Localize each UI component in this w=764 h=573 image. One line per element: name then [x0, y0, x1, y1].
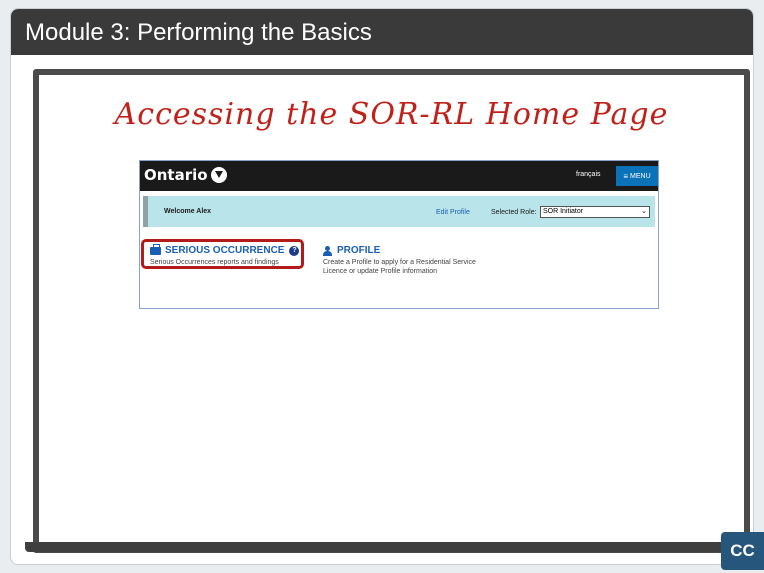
highlight-box [141, 239, 304, 269]
bottom-bar [25, 542, 745, 552]
slide-content: Accessing the SOR-RL Home Page Ontario f… [33, 69, 750, 553]
role-label: Selected Role: [491, 209, 537, 216]
hamburger-icon: ≡ [623, 171, 629, 181]
slide-heading: Accessing the SOR-RL Home Page [114, 97, 669, 132]
tile-title-text: PROFILE [337, 245, 381, 256]
menu-button[interactable]: ≡ MENU [616, 166, 658, 186]
role-select[interactable]: SOR Initiator ⌄ [540, 206, 650, 218]
module-title: Module 3: Performing the Basics [25, 19, 372, 46]
tile-profile[interactable]: PROFILE Create a Profile to apply for a … [323, 245, 483, 276]
role-select-value: SOR Initiator [543, 208, 584, 215]
ontario-logo-text: Ontario [144, 166, 208, 184]
chevron-down-icon: ⌄ [641, 208, 647, 215]
ontario-logo[interactable]: Ontario [144, 166, 227, 184]
slide-frame: Module 3: Performing the Basics Accessin… [10, 8, 754, 565]
language-link[interactable]: français [576, 171, 601, 178]
module-title-bar: Module 3: Performing the Basics [11, 9, 753, 55]
edit-profile-link[interactable]: Edit Profile [436, 209, 470, 216]
trillium-icon [210, 167, 227, 183]
welcome-text: Welcome Alex [164, 208, 212, 215]
tile-title-profile: PROFILE [323, 245, 483, 256]
closed-captions-button[interactable]: CC [721, 532, 764, 570]
portal-screenshot: Ontario français ≡ MENU Welcome Alex Edit… [139, 160, 659, 309]
welcome-band: Welcome Alex Edit Profile Selected Role:… [143, 196, 655, 227]
portal-header: Ontario français ≡ MENU [140, 161, 658, 191]
tile-description: Create a Profile to apply for a Resident… [323, 259, 476, 275]
user-icon [323, 245, 332, 256]
menu-label: MENU [630, 172, 651, 180]
